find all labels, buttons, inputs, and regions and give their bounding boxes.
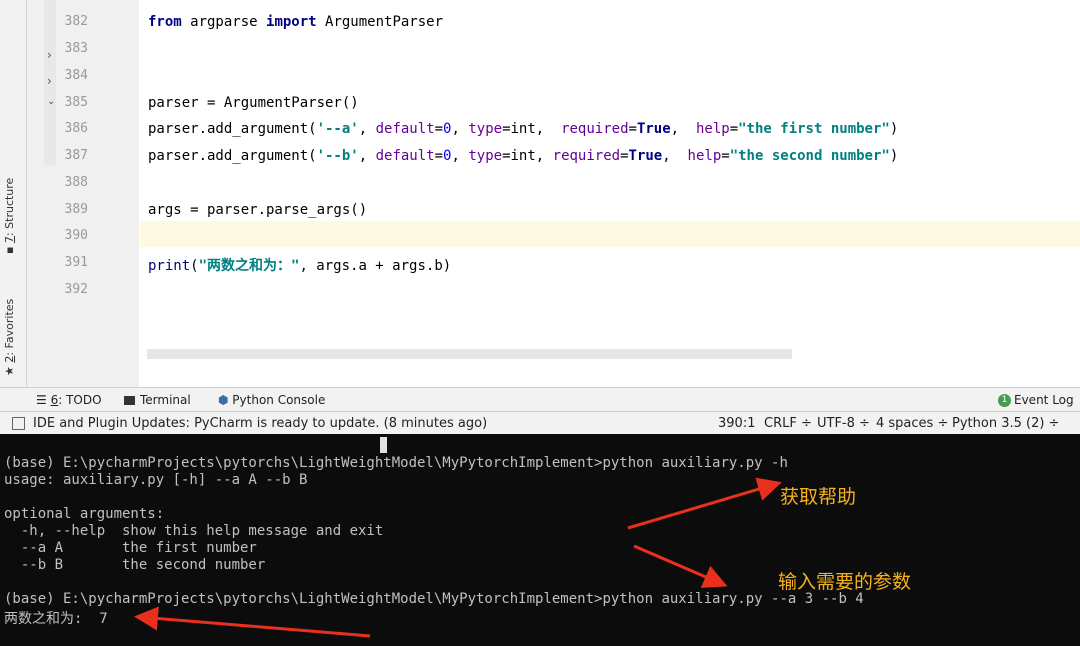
status-message-text: IDE and Plugin Updates: PyCharm is ready…: [33, 416, 488, 431]
annotation-params: 输入需要的参数: [778, 571, 912, 593]
line-number: 383: [64, 41, 88, 56]
terminal-button[interactable]: Terminal: [124, 393, 191, 407]
left-tool-strip: ▪ 7: Structure ★ 2: Favorites: [0, 0, 27, 387]
line-number: 382: [64, 14, 88, 29]
structure-label: : Structure: [3, 177, 16, 237]
arrow-to-params-label: [633, 544, 728, 588]
caret-row-highlight: [140, 221, 1080, 247]
tab-favorites[interactable]: ★ 2: Favorites: [3, 299, 16, 376]
line-number: 389: [64, 202, 88, 217]
fold-expand-icon[interactable]: ›: [47, 74, 52, 88]
line-number: 385: [64, 95, 88, 110]
code-line: print("两数之和为：", args.a + args.b): [148, 258, 452, 274]
line-number: 390: [64, 228, 88, 243]
python-console-label: Python Console: [232, 393, 326, 407]
event-count-badge: 1: [998, 394, 1011, 407]
arrow-to-help-label: [627, 477, 782, 530]
favorites-label: : Favorites: [3, 298, 16, 356]
code-line: from argparse import ArgumentParser: [148, 14, 444, 30]
todo-button[interactable]: ☰ 6: TODO: [36, 393, 102, 407]
code-line: parser.add_argument('--b', default=0, ty…: [148, 148, 899, 164]
fold-collapse-icon[interactable]: ⌄: [47, 96, 55, 107]
status-icon: [12, 417, 25, 430]
code-line: parser = ArgumentParser(): [148, 95, 359, 111]
horizontal-scrollbar[interactable]: [147, 349, 792, 359]
arrow-to-result: [134, 606, 371, 638]
line-number: 391: [64, 255, 88, 270]
indent-selector[interactable]: 4 spaces ÷: [876, 416, 948, 431]
line-number: 392: [64, 282, 88, 297]
encoding-selector[interactable]: UTF-8 ÷: [817, 416, 870, 431]
line-separator-selector[interactable]: CRLF ÷: [764, 416, 812, 431]
code-line: args = parser.parse_args(): [148, 202, 368, 218]
event-log-label: Event Log: [1014, 393, 1074, 407]
python-console-button[interactable]: ⬢ Python Console: [218, 393, 325, 407]
python-icon: ⬢: [218, 393, 233, 407]
todo-label: : TODO: [58, 393, 102, 407]
status-message[interactable]: IDE and Plugin Updates: PyCharm is ready…: [12, 416, 487, 431]
annotation-help: 获取帮助: [780, 486, 857, 508]
line-number: 386: [64, 121, 88, 136]
code-line: parser.add_argument('--a', default=0, ty…: [148, 121, 899, 137]
caret-position[interactable]: 390:1: [718, 416, 755, 431]
structure-shortcut: 7: [3, 236, 16, 244]
star-icon: ★: [3, 362, 16, 376]
terminal-label: Terminal: [140, 393, 191, 407]
line-number: 387: [64, 148, 88, 163]
annotation-arrows: [134, 477, 782, 638]
code-editor[interactable]: [140, 0, 1080, 387]
tab-structure[interactable]: ▪ 7: Structure: [3, 178, 16, 254]
line-number: 384: [64, 68, 88, 83]
terminal-icon: [124, 396, 135, 405]
todo-icon: ☰: [36, 393, 51, 407]
interpreter-selector[interactable]: Python 3.5 (2) ÷: [952, 416, 1059, 431]
line-number: 388: [64, 175, 88, 190]
structure-icon: ▪: [3, 243, 16, 254]
fold-expand-icon[interactable]: ›: [47, 48, 52, 62]
event-log-button[interactable]: 1 Event Log: [998, 393, 1074, 407]
favorites-shortcut: 2: [3, 355, 16, 363]
